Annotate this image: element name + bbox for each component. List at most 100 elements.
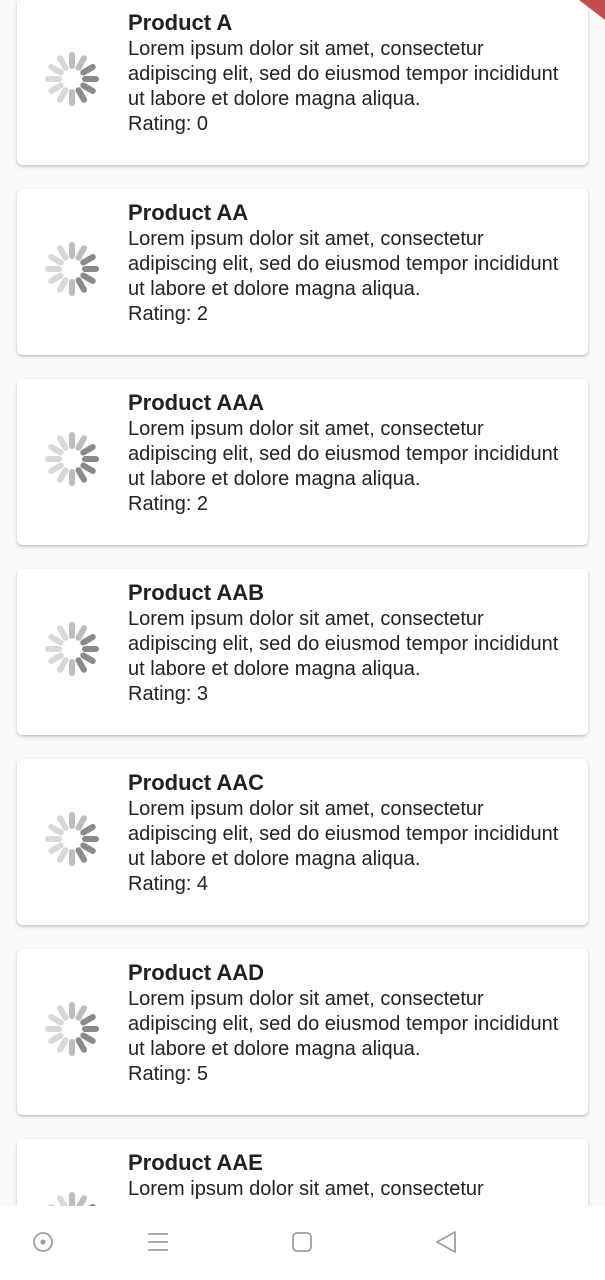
- spinner-spoke: [57, 245, 69, 261]
- product-card[interactable]: Product AAE Lorem ipsum dolor sit amet, …: [17, 1139, 588, 1206]
- spinner-spoke: [80, 824, 96, 836]
- product-card[interactable]: Product AAB Lorem ipsum dolor sit amet, …: [17, 569, 588, 735]
- product-info: Product AAC Lorem ipsum dolor sit amet, …: [128, 769, 578, 897]
- spinner-spoke: [75, 1005, 87, 1021]
- spinner-spoke: [80, 82, 96, 94]
- product-title: Product AA: [128, 200, 249, 225]
- spinner-spoke: [57, 1005, 69, 1021]
- loading-spinner-icon: [45, 1002, 99, 1056]
- product-description: Lorem ipsum dolor sit amet, consectetur …: [128, 228, 559, 300]
- spinner-spoke: [48, 1014, 64, 1026]
- assistant-button[interactable]: [25, 1224, 61, 1260]
- spinner-spoke: [75, 467, 87, 483]
- spinner-spoke: [57, 277, 69, 293]
- product-card[interactable]: Product AA Lorem ipsum dolor sit amet, c…: [17, 189, 588, 355]
- spinner-spoke: [75, 815, 87, 831]
- spinner-spoke: [80, 634, 96, 646]
- product-card[interactable]: Product AAD Lorem ipsum dolor sit amet, …: [17, 949, 588, 1115]
- product-rating: Rating: 0: [128, 113, 209, 135]
- product-info: Product AAD Lorem ipsum dolor sit amet, …: [128, 959, 578, 1087]
- product-rating: Rating: 4: [128, 873, 209, 895]
- loading-spinner-icon: [45, 52, 99, 106]
- spinner-spoke: [75, 245, 87, 261]
- spinner-spoke: [48, 254, 64, 266]
- spinner-spoke: [48, 1032, 64, 1044]
- spinner-spoke: [75, 847, 87, 863]
- loading-spinner-icon: [45, 242, 99, 296]
- spinner-spoke: [48, 444, 64, 456]
- home-button[interactable]: [284, 1224, 320, 1260]
- recents-button[interactable]: [140, 1224, 176, 1260]
- product-rating: Rating: 3: [128, 683, 209, 705]
- spinner-spoke: [48, 462, 64, 474]
- loading-spinner-icon: [48, 1192, 96, 1206]
- spinner-spoke: [80, 462, 96, 474]
- product-title: Product AAA: [128, 390, 265, 415]
- home-square-icon: [292, 1232, 312, 1252]
- spinner-spoke: [57, 1037, 69, 1053]
- product-card[interactable]: Product AAC Lorem ipsum dolor sit amet, …: [17, 759, 588, 925]
- spinner-spoke: [57, 657, 69, 673]
- spinner-spoke: [80, 64, 96, 76]
- menu-lines-icon: [148, 1233, 168, 1251]
- product-info: Product AAB Lorem ipsum dolor sit amet, …: [128, 579, 578, 707]
- spinner-spoke: [75, 1037, 87, 1053]
- spinner-spoke: [57, 467, 69, 483]
- loading-spinner-icon: [45, 432, 99, 486]
- product-title: Product AAE: [128, 1150, 263, 1175]
- spinner-spoke: [75, 277, 87, 293]
- spinner-spoke: [80, 842, 96, 854]
- spinner-spoke: [57, 87, 69, 103]
- spinner-spoke: [75, 625, 87, 641]
- product-description: Lorem ipsum dolor sit amet, consectetur …: [128, 798, 559, 870]
- spinner-spoke: [57, 55, 69, 71]
- spinner-spoke: [57, 815, 69, 831]
- spinner-spoke: [75, 87, 87, 103]
- product-card[interactable]: Product AAA Lorem ipsum dolor sit amet, …: [17, 379, 588, 545]
- spinner-spoke: [48, 82, 64, 94]
- product-title: Product AAB: [128, 580, 265, 605]
- spinner-spoke: [80, 1014, 96, 1026]
- product-card[interactable]: Product A Lorem ipsum dolor sit amet, co…: [17, 0, 588, 165]
- spinner-spoke: [48, 824, 64, 836]
- spinner-spoke: [75, 55, 87, 71]
- product-description: Lorem ipsum dolor sit amet, consectetur …: [128, 418, 559, 490]
- loading-spinner-icon: [45, 812, 99, 866]
- product-title: Product AAC: [128, 770, 265, 795]
- spinner-spoke: [80, 254, 96, 266]
- product-title: Product AAD: [128, 960, 265, 985]
- product-rating: Rating: 2: [128, 493, 209, 515]
- product-rating: Rating: 5: [128, 1063, 209, 1085]
- spinner-spoke: [48, 634, 64, 646]
- spinner-spoke: [57, 625, 69, 641]
- loading-spinner-icon: [45, 622, 99, 676]
- product-info: Product AAE Lorem ipsum dolor sit amet, …: [128, 1149, 578, 1202]
- spinner-spoke: [57, 435, 69, 451]
- spinner-spoke: [80, 1032, 96, 1044]
- spinner-spoke: [80, 652, 96, 664]
- back-button[interactable]: [428, 1224, 464, 1260]
- product-description: Lorem ipsum dolor sit amet, consectetur …: [128, 38, 559, 110]
- spinner-spoke: [57, 1195, 69, 1206]
- product-list[interactable]: Product A Lorem ipsum dolor sit amet, co…: [0, 0, 605, 1206]
- debug-banner: [565, 0, 605, 22]
- spinner-spoke: [48, 842, 64, 854]
- product-info: Product A Lorem ipsum dolor sit amet, co…: [128, 9, 578, 137]
- spinner-spoke: [75, 657, 87, 673]
- spinner-spoke: [48, 272, 64, 284]
- product-rating: Rating: 2: [128, 303, 209, 325]
- product-info: Product AA Lorem ipsum dolor sit amet, c…: [128, 199, 578, 327]
- spinner-spoke: [75, 435, 87, 451]
- spinner-spoke: [80, 272, 96, 284]
- spinner-spoke: [48, 652, 64, 664]
- system-navigation-bar: [0, 1206, 605, 1280]
- product-description: Lorem ipsum dolor sit amet, consectetur: [128, 1178, 484, 1200]
- spinner-spoke: [80, 444, 96, 456]
- product-description: Lorem ipsum dolor sit amet, consectetur …: [128, 988, 559, 1060]
- spinner-spoke: [75, 1195, 87, 1206]
- spinner-spoke: [57, 847, 69, 863]
- spinner-spoke: [48, 64, 64, 76]
- product-info: Product AAA Lorem ipsum dolor sit amet, …: [128, 389, 578, 517]
- product-description: Lorem ipsum dolor sit amet, consectetur …: [128, 608, 559, 680]
- debug-ribbon-icon: [579, 0, 605, 20]
